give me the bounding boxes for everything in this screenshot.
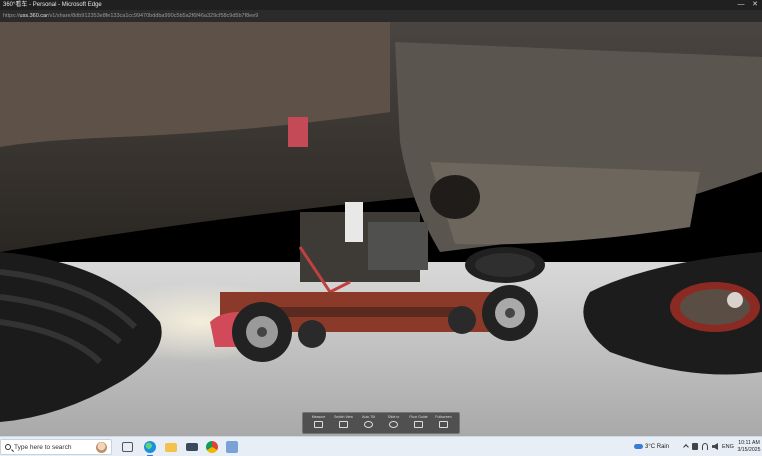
rotate-icon: [364, 420, 373, 428]
auto-tilt-button[interactable]: Auto Tilt: [358, 414, 380, 433]
slide-button[interactable]: Slide to: [383, 414, 405, 433]
panorama-viewport[interactable]: Measure Switch View Auto Tilt Slide to F…: [0, 22, 762, 436]
fullscreen-icon: [439, 420, 448, 428]
search-highlight-icon: [96, 442, 107, 453]
pan-icon: [389, 420, 398, 428]
network-icon[interactable]: [692, 443, 698, 450]
close-button[interactable]: ✕: [748, 0, 762, 10]
rain-cloud-icon: [634, 443, 643, 449]
mail-icon[interactable]: [186, 443, 198, 451]
chrome-icon[interactable]: [206, 441, 218, 453]
tray-icons: [683, 443, 718, 450]
search-placeholder: Type here to search: [14, 444, 72, 451]
volume-icon[interactable]: [712, 443, 718, 450]
store-icon[interactable]: [226, 441, 238, 453]
guide-icon: [414, 420, 423, 428]
url-text[interactable]: https://uss.360.car/v1/share/8db912353e8…: [3, 10, 258, 22]
taskbar-search[interactable]: Type here to search: [0, 439, 112, 455]
url-scheme: https://: [3, 13, 20, 19]
viewer-toolbar: Measure Switch View Auto Tilt Slide to F…: [302, 412, 460, 434]
taskbar: Type here to search 3°C Rain ENG 10:11 A…: [0, 436, 762, 456]
clock[interactable]: 10:11 AM 3/15/2025: [736, 440, 762, 454]
weather-widget[interactable]: 3°C Rain: [634, 437, 669, 456]
task-view-icon[interactable]: [122, 442, 133, 452]
clock-time: 10:11 AM: [738, 440, 760, 446]
search-icon: [5, 444, 11, 450]
fullscreen-button[interactable]: Fullscreen: [433, 414, 455, 433]
floor-guide-button[interactable]: Floor Guide: [408, 414, 430, 433]
window-controls: — ✕: [734, 0, 762, 10]
title-bar: 360°看车 - Personal - Microsoft Edge — ✕: [0, 0, 762, 10]
clock-date: 3/15/2025: [737, 447, 761, 453]
url-domain: uss.360.car: [19, 13, 48, 19]
url-path: /v1/share/8db912353e8fe133ca1cc99470bddb…: [47, 13, 259, 19]
chevron-up-icon[interactable]: [683, 444, 689, 450]
language-indicator[interactable]: ENG: [722, 437, 734, 456]
edge-icon[interactable]: [144, 441, 156, 456]
panorama-image: [0, 22, 762, 436]
measure-button[interactable]: Measure: [308, 414, 330, 433]
switch-view-button[interactable]: Switch View: [333, 414, 355, 433]
minimize-button[interactable]: —: [734, 0, 748, 10]
view-icon: [339, 420, 348, 428]
wifi-icon[interactable]: [702, 443, 708, 450]
ruler-icon: [314, 420, 323, 428]
window-title: 360°看车 - Personal - Microsoft Edge: [3, 2, 102, 8]
file-explorer-icon[interactable]: [165, 443, 177, 452]
address-bar[interactable]: https://uss.360.car/v1/share/8db912353e8…: [0, 10, 762, 22]
